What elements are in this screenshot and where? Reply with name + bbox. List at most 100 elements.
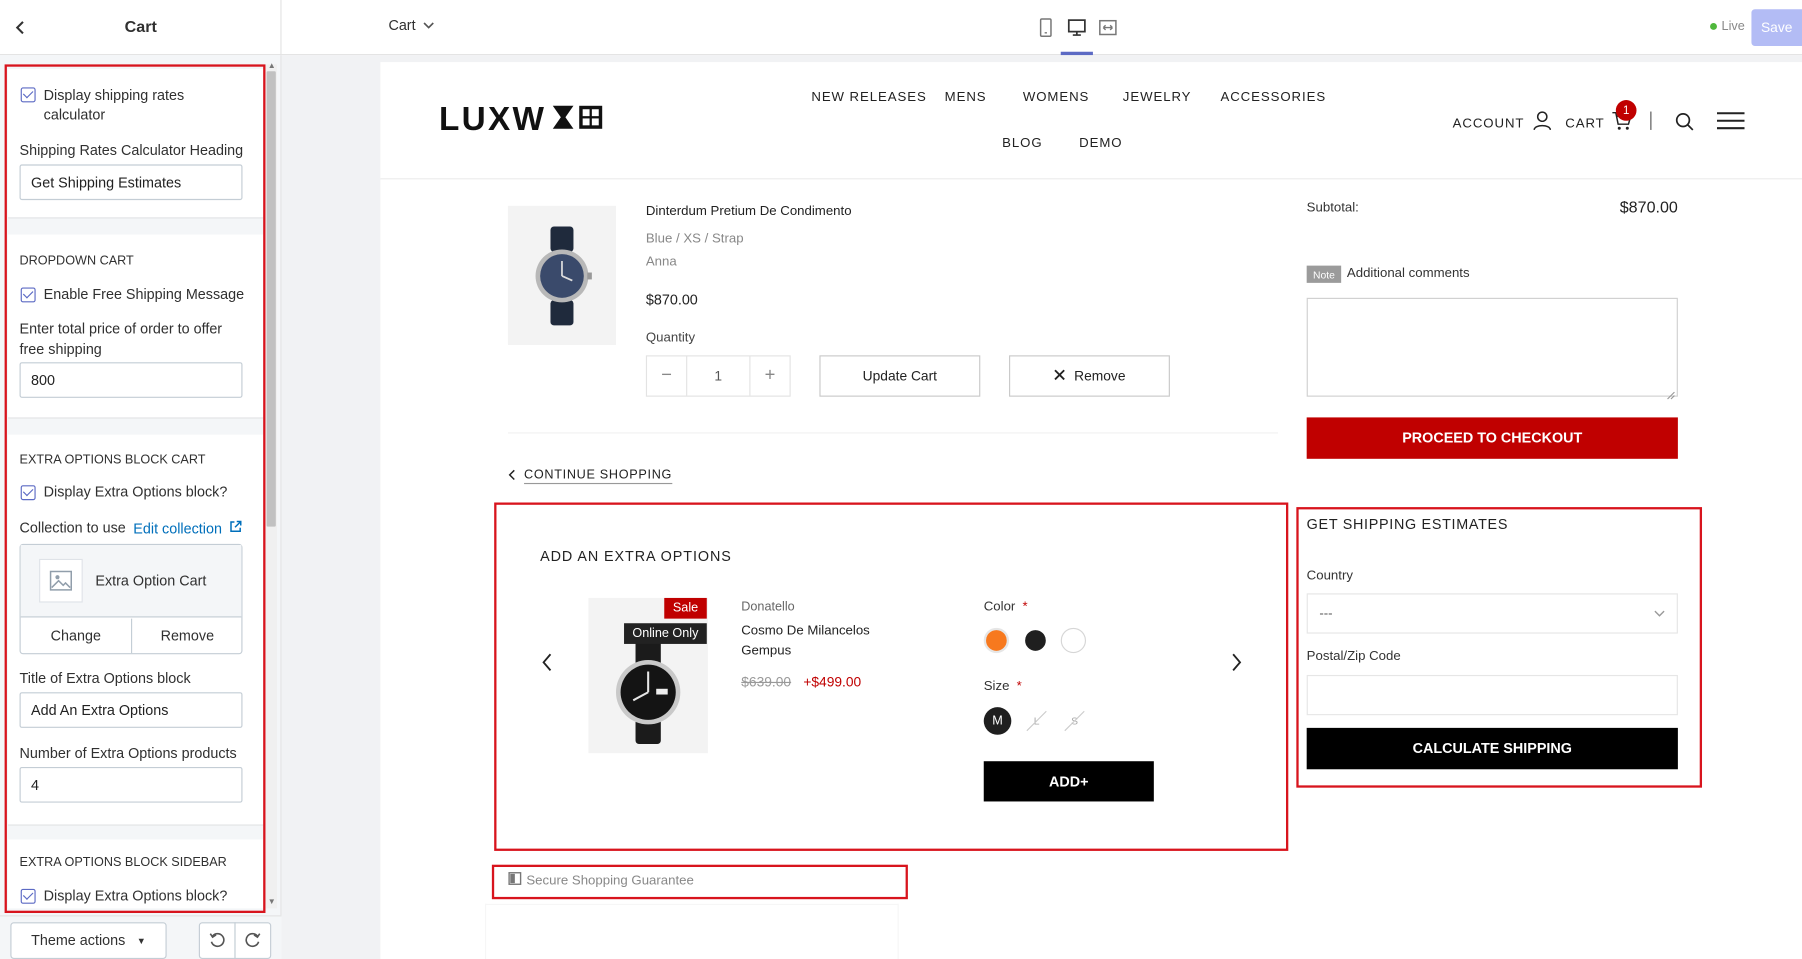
logo-mark-icon — [551, 102, 606, 138]
color-required-mark: * — [1022, 600, 1028, 615]
subtotal-label: Subtotal: — [1306, 201, 1359, 216]
header-bottom-border — [380, 178, 1802, 180]
scrollbar-thumb[interactable] — [266, 71, 276, 527]
chevron-down-icon — [422, 17, 434, 33]
cart-count-badge: 1 — [1615, 100, 1637, 121]
nav-accessories[interactable]: ACCESSORIES — [1220, 91, 1326, 105]
remove-item-label: Remove — [1074, 367, 1126, 385]
color-swatch-black[interactable] — [1022, 627, 1049, 654]
extra-product-name-line2[interactable]: Gempus — [741, 644, 791, 658]
decrease-quantity-button[interactable]: − — [647, 356, 688, 396]
cart-item-name[interactable]: Dinterdum Pretium De Condimento — [646, 205, 852, 219]
continue-shopping-link[interactable]: CONTINUE SHOPPING — [508, 466, 673, 487]
extra-product-vendor: Donatello — [741, 600, 795, 615]
cart-item-price: $870.00 — [645, 292, 698, 309]
size-option-l[interactable]: L — [1023, 707, 1051, 735]
extra-product-name-line1[interactable]: Cosmo De Milancelos — [741, 624, 870, 638]
nav-mens[interactable]: MENS — [945, 91, 987, 105]
secure-shopping-label: Secure Shopping Guarantee — [526, 873, 694, 888]
theme-actions-button[interactable]: Theme actions ▼ — [10, 922, 167, 959]
redo-button[interactable] — [234, 922, 272, 959]
update-cart-button[interactable]: Update Cart — [819, 355, 981, 397]
color-label-text: Color — [983, 600, 1016, 615]
size-option-m[interactable]: M — [983, 707, 1012, 735]
zip-label: Postal/Zip Code — [1306, 649, 1401, 664]
logo-text: LUXW — [439, 101, 547, 138]
quantity-input[interactable]: 1 — [687, 356, 749, 395]
calculate-shipping-button[interactable]: CALCULATE SHIPPING — [1306, 727, 1678, 770]
quantity-label: Quantity — [645, 331, 696, 345]
size-option-s[interactable]: S — [1061, 707, 1089, 735]
country-select[interactable]: --- — [1306, 593, 1678, 634]
carousel-next-icon[interactable] — [1230, 652, 1244, 673]
template-select-label: Cart — [388, 17, 416, 34]
undo-icon — [208, 930, 226, 952]
color-swatch-orange[interactable] — [983, 627, 1010, 654]
chevron-down-icon — [1654, 607, 1665, 621]
extra-options-title: ADD AN EXTRA OPTIONS — [540, 548, 732, 565]
live-dot-icon — [1710, 22, 1717, 30]
country-label: Country — [1306, 569, 1353, 583]
cart-item-divider — [507, 432, 1278, 434]
cart-item-vendor: Anna — [645, 255, 677, 270]
close-icon — [1053, 368, 1065, 384]
editor-topbar-left: Cart — [0, 0, 282, 56]
carousel-prev-icon[interactable] — [540, 652, 554, 673]
extra-product-image[interactable] — [588, 597, 708, 754]
size-required-mark: * — [1016, 679, 1022, 694]
save-button[interactable]: Save — [1751, 9, 1802, 46]
scroll-down-icon[interactable]: ▼ — [268, 898, 276, 906]
secure-shopping-row: Secure Shopping Guarantee — [508, 872, 694, 889]
extra-product-new-price: +$499.00 — [803, 673, 862, 690]
unavailable-slash-icon — [1061, 707, 1089, 735]
online-only-badge: Online Only — [624, 623, 707, 644]
color-swatch-white[interactable] — [1060, 627, 1087, 654]
unavailable-slash-icon — [1023, 707, 1051, 735]
template-select[interactable]: Cart — [388, 17, 434, 33]
color-option-label: Color * — [984, 600, 1028, 614]
shipping-estimates-title: GET SHIPPING ESTIMATES — [1306, 516, 1509, 533]
mobile-view-icon[interactable] — [1038, 17, 1054, 38]
account-link[interactable]: ACCOUNT — [1453, 110, 1552, 136]
redo-icon — [244, 930, 262, 952]
live-status: Live — [1710, 20, 1745, 33]
sidebar-scrollbar[interactable]: ▲ ▼ — [265, 62, 277, 909]
nav-womens[interactable]: WOMENS — [1023, 91, 1089, 105]
fullwidth-view-icon[interactable] — [1098, 17, 1119, 38]
caret-down-icon: ▼ — [136, 935, 146, 946]
account-label: ACCOUNT — [1452, 116, 1525, 131]
nav-demo[interactable]: DEMO — [1079, 137, 1122, 151]
chevron-left-icon — [508, 466, 516, 487]
note-textarea[interactable] — [1306, 297, 1678, 400]
remove-item-button[interactable]: Remove — [1009, 355, 1170, 397]
trust-badges-placeholder — [484, 903, 899, 959]
store-logo[interactable]: LUXW — [439, 101, 606, 139]
note-label: Additional comments — [1346, 266, 1470, 281]
nav-new-releases[interactable]: NEW RELEASES — [811, 91, 926, 105]
continue-shopping-label: CONTINUE SHOPPING — [524, 468, 673, 485]
country-select-value: --- — [1319, 606, 1333, 621]
theme-actions-label: Theme actions — [31, 932, 126, 949]
cart-item-variant: Blue / XS / Strap — [645, 232, 744, 247]
increase-quantity-button[interactable]: + — [749, 356, 789, 396]
size-option-label: Size * — [984, 680, 1022, 694]
add-extra-option-button[interactable]: ADD+ — [983, 761, 1154, 802]
undo-button[interactable] — [198, 922, 236, 959]
size-label-text: Size — [983, 679, 1010, 694]
desktop-view-icon[interactable] — [1066, 17, 1087, 38]
menu-icon[interactable] — [1716, 112, 1745, 130]
nav-blog[interactable]: BLOG — [1002, 137, 1042, 151]
proceed-to-checkout-button[interactable]: PROCEED TO CHECKOUT — [1306, 417, 1678, 459]
page-title: Cart — [124, 17, 157, 36]
scroll-up-icon[interactable]: ▲ — [268, 62, 276, 70]
note-badge: Note — [1306, 265, 1342, 283]
cart-item-image[interactable] — [507, 205, 616, 345]
cart-label: CART — [1565, 116, 1605, 131]
nav-jewelry[interactable]: JEWELRY — [1123, 91, 1192, 105]
zip-input[interactable] — [1306, 674, 1678, 716]
resize-handle-icon[interactable] — [1666, 385, 1675, 400]
search-icon[interactable] — [1674, 112, 1695, 133]
subtotal-value: $870.00 — [1619, 197, 1678, 217]
quantity-stepper: − 1 + — [645, 355, 791, 397]
sale-badge: Sale — [664, 597, 707, 619]
